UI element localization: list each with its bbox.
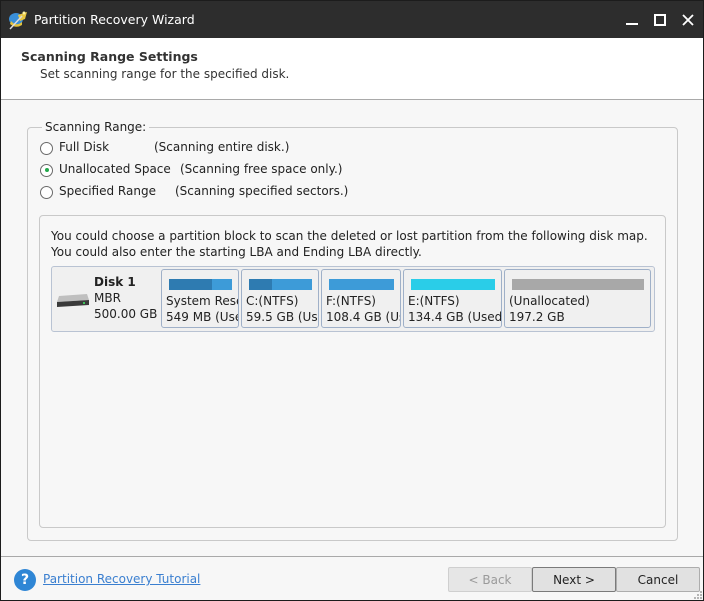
partition-block-f[interactable]: F:(NTFS) 108.4 GB (Used bbox=[321, 269, 401, 328]
close-icon bbox=[682, 14, 694, 26]
next-button[interactable]: Next > bbox=[532, 567, 616, 592]
close-button[interactable] bbox=[677, 9, 699, 31]
page-subtitle: Set scanning range for the specified dis… bbox=[40, 67, 290, 81]
partition-usage-bar bbox=[249, 279, 312, 290]
radio-label-full-disk[interactable]: Full Disk bbox=[59, 140, 109, 154]
partition-name: E:(NTFS) bbox=[408, 294, 460, 308]
partition-block-c[interactable]: C:(NTFS) 59.5 GB (Used bbox=[241, 269, 319, 328]
radio-label-unallocated-space[interactable]: Unallocated Space bbox=[59, 162, 171, 176]
disk-map-panel bbox=[39, 215, 666, 528]
disk-size: 500.00 GB bbox=[94, 307, 158, 321]
partition-size: 108.4 GB (Used bbox=[326, 310, 400, 324]
cancel-button[interactable]: Cancel bbox=[616, 567, 700, 592]
partition-name: F:(NTFS) bbox=[326, 294, 376, 308]
page-title: Scanning Range Settings bbox=[21, 49, 198, 64]
partition-size: 134.4 GB (Used: bbox=[408, 310, 502, 324]
partition-usage-bar bbox=[169, 279, 232, 290]
partition-block-unallocated[interactable]: (Unallocated) 197.2 GB bbox=[504, 269, 651, 328]
radio-button-checked[interactable] bbox=[40, 163, 53, 177]
disk-map-instructions: You could choose a partition block to sc… bbox=[51, 229, 648, 259]
radio-desc-specified-range: (Scanning specified sectors.) bbox=[175, 184, 349, 198]
maximize-button[interactable] bbox=[649, 9, 671, 31]
partition-usage-bar bbox=[411, 279, 495, 290]
window-title: Partition Recovery Wizard bbox=[34, 12, 195, 27]
partition-name: System Reserved bbox=[166, 294, 238, 308]
help-icon[interactable]: ? bbox=[14, 569, 36, 591]
partition-used-segment bbox=[169, 279, 212, 290]
partition-used-segment bbox=[249, 279, 273, 290]
radio-button[interactable] bbox=[40, 185, 53, 199]
radio-button[interactable] bbox=[40, 141, 53, 155]
disk-type: MBR bbox=[94, 291, 121, 305]
partition-size: 59.5 GB (Used bbox=[246, 310, 318, 324]
radio-full-disk[interactable] bbox=[40, 140, 53, 156]
radio-desc-full-disk: (Scanning entire disk.) bbox=[154, 140, 290, 154]
partition-name: (Unallocated) bbox=[509, 294, 590, 308]
maximize-icon bbox=[654, 14, 666, 26]
minimize-icon bbox=[626, 23, 638, 25]
scanning-range-legend: Scanning Range: bbox=[42, 120, 150, 134]
partition-size: 549 MB (Used bbox=[166, 310, 238, 324]
minimize-button[interactable] bbox=[621, 9, 643, 31]
partition-block-e[interactable]: E:(NTFS) 134.4 GB (Used: bbox=[403, 269, 502, 328]
radio-label-specified-range[interactable]: Specified Range bbox=[59, 184, 156, 198]
back-button[interactable]: < Back bbox=[448, 567, 532, 592]
hard-disk-icon bbox=[57, 294, 89, 307]
radio-desc-unallocated-space: (Scanning free space only.) bbox=[180, 162, 343, 176]
footer-divider bbox=[1, 556, 703, 557]
disk-name: Disk 1 bbox=[94, 275, 136, 289]
partition-size: 197.2 GB bbox=[509, 310, 565, 324]
radio-unallocated-space[interactable] bbox=[40, 162, 53, 178]
title-bar[interactable]: Partition Recovery Wizard bbox=[1, 1, 703, 38]
resize-grip-icon[interactable] bbox=[694, 591, 702, 599]
radio-specified-range[interactable] bbox=[40, 184, 53, 200]
partition-name: C:(NTFS) bbox=[246, 294, 299, 308]
partition-recovery-wizard-window: Partition Recovery Wizard Scanning Range… bbox=[0, 0, 704, 601]
partition-usage-bar bbox=[512, 279, 644, 290]
wizard-header: Scanning Range Settings Set scanning ran… bbox=[1, 38, 703, 100]
partition-block-system-reserved[interactable]: System Reserved 549 MB (Used bbox=[161, 269, 239, 328]
partition-usage-bar bbox=[329, 279, 394, 290]
app-logo-icon bbox=[9, 11, 27, 30]
partition-recovery-tutorial-link[interactable]: Partition Recovery Tutorial bbox=[43, 572, 200, 586]
